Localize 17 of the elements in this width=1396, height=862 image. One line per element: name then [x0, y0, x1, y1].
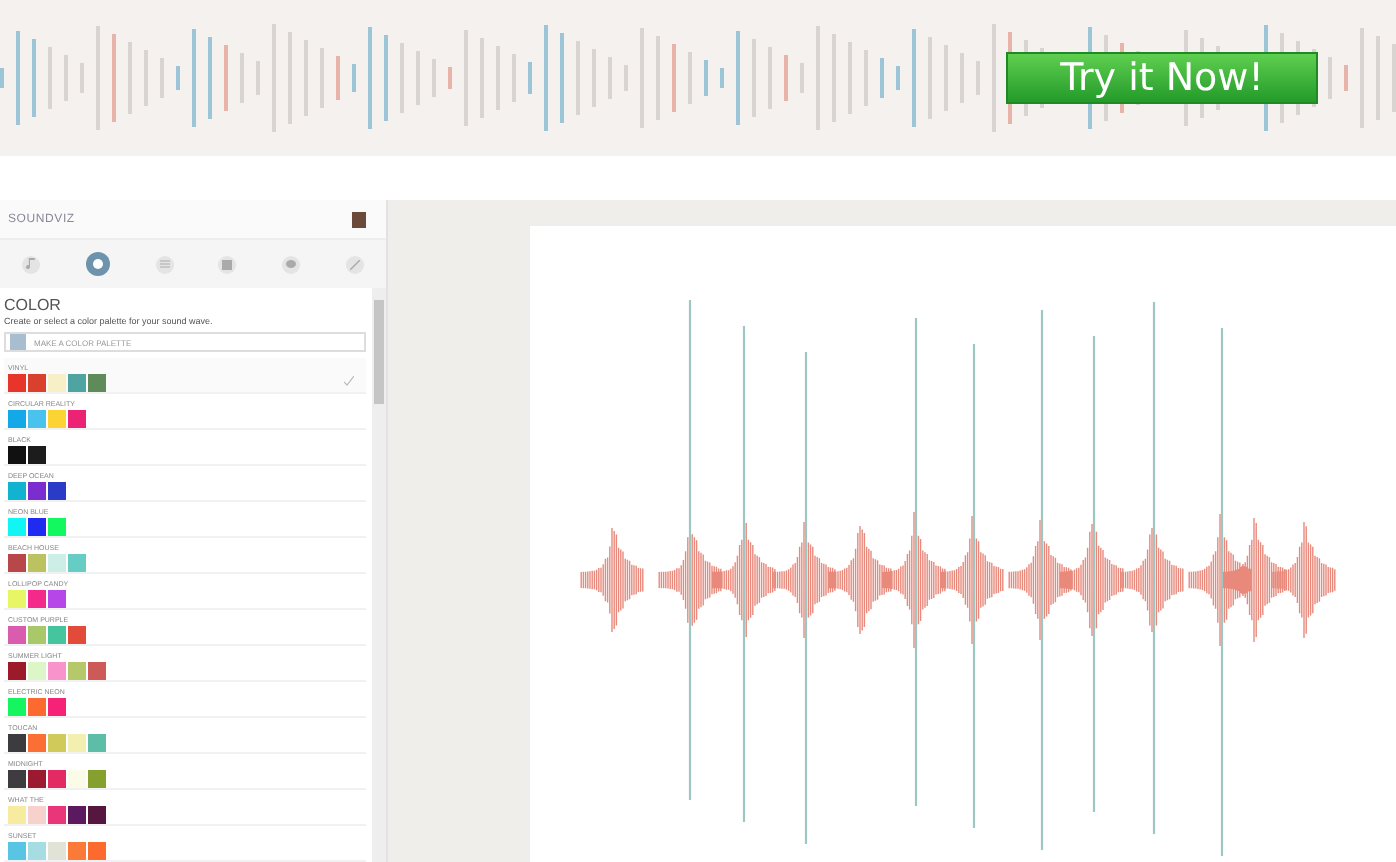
sidebar-tab[interactable] [281, 255, 300, 273]
sidebar-tab[interactable] [155, 255, 174, 273]
scrollbar-thumb[interactable] [374, 300, 384, 404]
avatar[interactable] [352, 211, 366, 227]
palette-icon [91, 258, 104, 270]
check-icon [344, 376, 354, 386]
sidebar-tab[interactable] [218, 255, 237, 273]
sidebar-tab[interactable] [85, 252, 110, 276]
plus-icon [10, 334, 26, 350]
speech-bubble-icon [285, 260, 296, 268]
pencil-icon [349, 259, 360, 269]
music-note-icon [26, 258, 37, 270]
sidebar-tab[interactable] [345, 255, 364, 273]
try-it-now-button[interactable]: Try it Now! [1006, 52, 1318, 104]
panel-title: COLOR [4, 296, 63, 314]
sidebar-tab[interactable] [22, 255, 41, 273]
image-icon [222, 259, 233, 269]
